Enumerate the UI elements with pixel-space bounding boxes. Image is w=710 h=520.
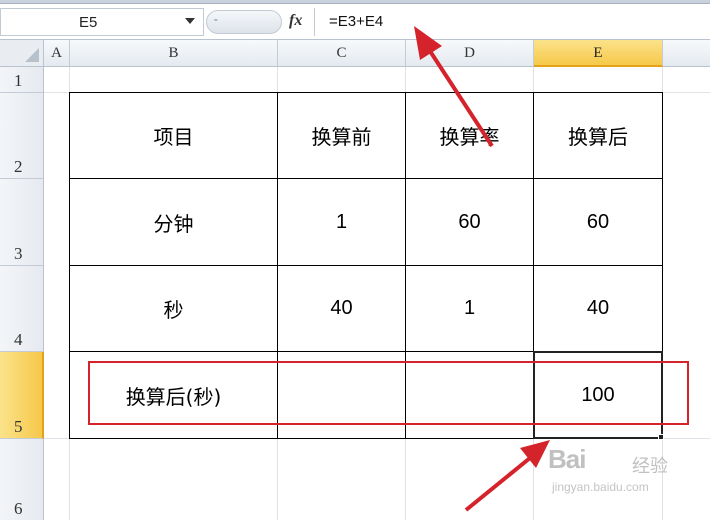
select-all-corner[interactable] bbox=[0, 40, 44, 67]
cell-c4[interactable]: 40 bbox=[278, 266, 406, 352]
row-header-2[interactable]: 2 bbox=[0, 93, 44, 179]
cell-d2[interactable]: 换算率 bbox=[406, 93, 534, 179]
cell-e3[interactable]: 60 bbox=[534, 179, 663, 266]
row-number: 6 bbox=[14, 499, 23, 518]
cell-e4[interactable]: 40 bbox=[534, 266, 663, 352]
column-header-d[interactable]: D bbox=[406, 40, 534, 67]
cell-c3[interactable]: 1 bbox=[278, 179, 406, 266]
row-header-3[interactable]: 3 bbox=[0, 179, 44, 266]
row-number: 3 bbox=[14, 244, 23, 263]
select-all-icon bbox=[25, 48, 39, 62]
baidu-jingyan-watermark: Bai 经验 jingyan.baidu.com bbox=[548, 440, 698, 500]
name-box-value: E5 bbox=[79, 14, 98, 31]
row-number: 5 bbox=[14, 417, 23, 436]
arrow-to-cell-head bbox=[520, 440, 550, 468]
watermark-text: 经验 bbox=[632, 456, 668, 477]
annotation-highlight-box bbox=[88, 361, 689, 425]
insert-function-icon[interactable]: fx bbox=[289, 12, 302, 30]
cell-e2[interactable]: 换算后 bbox=[534, 93, 663, 179]
cell-c2[interactable]: 换算前 bbox=[278, 93, 406, 179]
watermark-url: jingyan.baidu.com bbox=[552, 480, 649, 494]
grip-icon: ⁃ bbox=[213, 15, 219, 27]
name-box[interactable]: E5 bbox=[0, 8, 204, 36]
column-header-f[interactable] bbox=[663, 40, 710, 67]
column-header-c[interactable]: C bbox=[278, 40, 406, 67]
arrow-to-cell-line bbox=[464, 456, 532, 512]
row-header-1[interactable]: 1 bbox=[0, 67, 44, 93]
row-number: 1 bbox=[14, 71, 23, 90]
cell-d3[interactable]: 60 bbox=[406, 179, 534, 266]
formula-text: =E3+E4 bbox=[329, 13, 384, 30]
row-header-5[interactable]: 5 bbox=[0, 352, 44, 439]
row-header-6[interactable]: 6 bbox=[0, 439, 44, 520]
row-header-4[interactable]: 4 bbox=[0, 266, 44, 352]
formula-bar-splitter[interactable]: ⁃ bbox=[206, 10, 282, 34]
row-number: 4 bbox=[14, 330, 23, 349]
cell-b2[interactable]: 项目 bbox=[70, 93, 278, 179]
column-header-a[interactable]: A bbox=[44, 40, 70, 67]
column-header-b[interactable]: B bbox=[70, 40, 278, 67]
cell-b3[interactable]: 分钟 bbox=[70, 179, 278, 266]
baidu-logo: Bai bbox=[548, 444, 586, 474]
formula-bar: E5 ⁃ fx =E3+E4 bbox=[0, 4, 710, 40]
column-header-e[interactable]: E bbox=[534, 40, 663, 67]
formula-input[interactable]: =E3+E4 bbox=[314, 8, 710, 36]
cell-b4[interactable]: 秒 bbox=[70, 266, 278, 352]
cell-d4[interactable]: 1 bbox=[406, 266, 534, 352]
chevron-down-icon[interactable] bbox=[185, 18, 195, 24]
row-number: 2 bbox=[14, 157, 23, 176]
